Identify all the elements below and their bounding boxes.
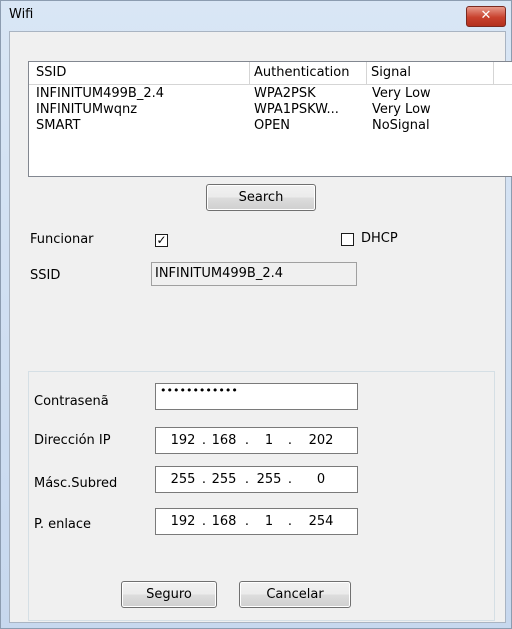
- gateway-label: P. enlace: [34, 517, 92, 532]
- dhcp-checkbox[interactable]: [341, 233, 354, 246]
- ip-octet[interactable]: 202: [306, 428, 336, 453]
- network-authentication: WPA2PSK: [254, 86, 316, 101]
- gateway-octet[interactable]: 254: [306, 509, 336, 534]
- network-ssid: SMART: [36, 118, 81, 133]
- cancel-button[interactable]: Cancelar: [239, 581, 351, 608]
- mask-octet[interactable]: 255: [254, 467, 284, 492]
- ip-address-label: Dirección IP: [34, 433, 111, 448]
- ip-separator: .: [287, 472, 293, 487]
- password-label: Contrasenã: [34, 394, 109, 409]
- ip-octet[interactable]: 168: [209, 428, 239, 453]
- network-ssid: INFINITUM499B_2.4: [36, 86, 165, 101]
- network-row[interactable]: SMART OPEN NoSignal: [29, 118, 512, 134]
- network-authentication: WPA1PSKW...: [254, 102, 339, 117]
- column-header-authentication[interactable]: Authentication: [250, 62, 367, 84]
- funcionar-checkbox[interactable]: ✓: [155, 234, 168, 247]
- ip-separator: .: [201, 514, 207, 529]
- network-ssid: INFINITUMwqnz: [36, 102, 138, 117]
- gateway-octet[interactable]: 192: [168, 509, 198, 534]
- gateway-octet[interactable]: 1: [254, 509, 284, 534]
- mask-octet[interactable]: 255: [209, 467, 239, 492]
- ok-button[interactable]: Seguro: [121, 581, 217, 608]
- dhcp-label: DHCP: [361, 231, 398, 246]
- network-signal: Very Low: [372, 102, 431, 117]
- mask-octet[interactable]: 255: [168, 467, 198, 492]
- window-title: Wifi: [9, 7, 34, 22]
- column-header-signal[interactable]: Signal: [367, 62, 494, 84]
- mask-octet[interactable]: 0: [306, 467, 336, 492]
- check-icon: ✓: [156, 233, 167, 247]
- ip-separator: .: [287, 433, 293, 448]
- subnet-mask-label: Másc.Subred: [34, 476, 118, 491]
- gateway-octet[interactable]: 168: [209, 509, 239, 534]
- network-row[interactable]: INFINITUM499B_2.4 WPA2PSK Very Low: [29, 86, 512, 102]
- ip-octet[interactable]: 1: [254, 428, 284, 453]
- ip-separator: .: [287, 514, 293, 529]
- ip-separator: .: [201, 472, 207, 487]
- ssid-label: SSID: [30, 268, 61, 283]
- network-list-header: SSID Authentication Signal: [29, 62, 512, 85]
- network-signal: Very Low: [372, 86, 431, 101]
- funcionar-label: Funcionar: [30, 232, 94, 247]
- ip-separator: .: [201, 433, 207, 448]
- network-row[interactable]: INFINITUMwqnz WPA1PSKW... Very Low: [29, 102, 512, 118]
- subnet-mask-input[interactable]: 255 . 255 . 255 . 0: [155, 466, 358, 493]
- close-button[interactable]: ✕: [466, 6, 506, 27]
- ip-octet[interactable]: 192: [168, 428, 198, 453]
- network-authentication: OPEN: [254, 118, 291, 133]
- gateway-input[interactable]: 192 . 168 . 1 . 254: [155, 508, 358, 535]
- ip-address-input[interactable]: 192 . 168 . 1 . 202: [155, 427, 358, 454]
- password-input[interactable]: ••••••••••••: [155, 383, 358, 410]
- wifi-dialog: Wifi ✕ SSID Authentication Signal INFINI…: [0, 0, 512, 629]
- ip-separator: .: [244, 433, 250, 448]
- ssid-field: INFINITUM499B_2.4: [151, 262, 357, 286]
- network-list[interactable]: SSID Authentication Signal INFINITUM499B…: [28, 61, 512, 177]
- column-header-ssid[interactable]: SSID: [29, 62, 250, 84]
- search-button[interactable]: Search: [206, 184, 316, 211]
- ip-separator: .: [244, 514, 250, 529]
- ip-separator: .: [244, 472, 250, 487]
- network-signal: NoSignal: [372, 118, 430, 133]
- close-icon: ✕: [480, 8, 492, 23]
